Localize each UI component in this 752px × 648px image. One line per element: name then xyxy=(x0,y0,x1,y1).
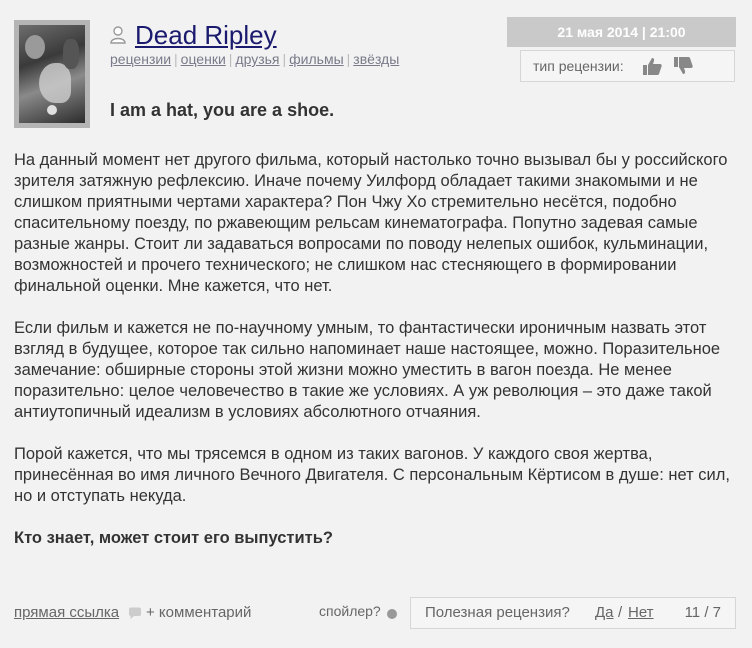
direct-link[interactable]: прямая ссылка xyxy=(14,604,119,621)
review-datetime: 21 мая 2014 | 21:00 xyxy=(507,17,736,47)
useful-question: Полезная рецензия? xyxy=(425,604,570,621)
nav-ratings[interactable]: оценки xyxy=(181,51,226,67)
user-icon xyxy=(110,26,126,44)
useful-score: 11 / 7 xyxy=(684,604,721,621)
review-closing: Кто знает, может стоит его выпустить? xyxy=(14,529,333,547)
avatar-image xyxy=(19,25,85,123)
review-paragraph: Порой кажется, что мы трясемся в одном и… xyxy=(14,445,730,505)
username-link[interactable]: Dead Ripley xyxy=(135,18,277,52)
review-paragraph: На данный момент нет другого фильма, кот… xyxy=(14,151,728,295)
nav-separator: | xyxy=(346,51,351,67)
useful-separator: / xyxy=(618,604,623,621)
review-type-box: тип рецензии: xyxy=(520,50,735,82)
review-paragraph: Если фильм и кажется не по-научному умны… xyxy=(14,319,721,421)
nav-reviews[interactable]: рецензии xyxy=(110,51,171,67)
review-title: I am a hat, you are a shoe. xyxy=(110,100,335,120)
review-body: На данный момент нет другого фильма, кот… xyxy=(14,150,740,549)
nav-stars[interactable]: звёзды xyxy=(353,51,399,67)
avatar[interactable] xyxy=(14,20,90,128)
useful-no-link[interactable]: Нет xyxy=(628,598,654,628)
nav-friends[interactable]: друзья xyxy=(235,51,279,67)
add-comment-link[interactable]: + комментарий xyxy=(146,604,251,621)
useful-yes-link[interactable]: Да xyxy=(595,598,614,628)
nav-films[interactable]: фильмы xyxy=(289,51,344,67)
thumb-down-icon[interactable] xyxy=(672,56,694,76)
comment-icon xyxy=(129,607,141,619)
spoiler-dot-icon[interactable] xyxy=(387,609,397,619)
review-type-label: тип рецензии: xyxy=(533,58,624,74)
nav-separator: | xyxy=(174,51,178,67)
useful-review-box: Полезная рецензия? Да / Нет 11 / 7 xyxy=(410,597,736,629)
spoiler-label: спойлер? xyxy=(319,603,381,619)
nav-separator: | xyxy=(282,51,287,67)
nav-separator: | xyxy=(228,51,233,67)
thumb-up-icon[interactable] xyxy=(641,56,663,76)
profile-nav: рецензии | оценки | друзья | фильмы | звёзды xyxy=(110,51,399,67)
